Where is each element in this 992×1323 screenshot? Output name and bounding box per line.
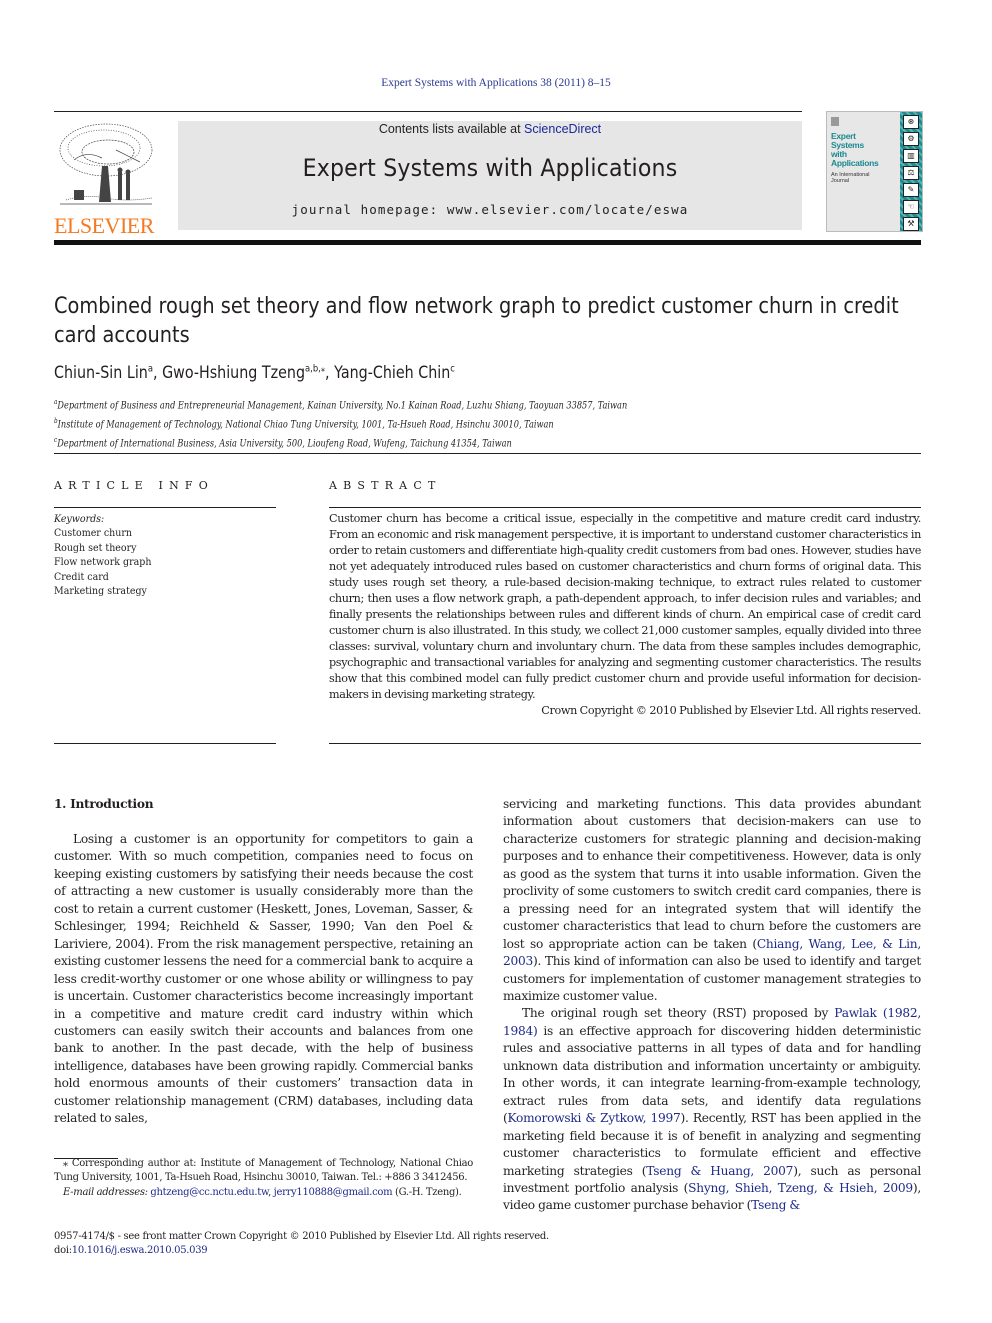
citation-link[interactable]: Tseng & Huang, 2007 xyxy=(646,1164,793,1178)
sciencedirect-link[interactable]: ScienceDirect xyxy=(524,122,601,136)
paragraph-text: The original rough set theory (RST) prop… xyxy=(522,1006,835,1021)
affiliation: cDepartment of International Business, A… xyxy=(54,433,627,452)
bar-chart-icon: ▥ xyxy=(903,149,919,163)
keyword[interactable]: Marketing strategy xyxy=(54,584,151,598)
corresponding-author-note: ⁎ Corresponding author at: Institute of … xyxy=(54,1158,473,1184)
hand-icon: ☜ xyxy=(903,200,919,214)
journal-citation-link[interactable]: Expert Systems with Applications 38 (201… xyxy=(0,77,992,89)
author-name[interactable]: Yang-Chieh Chin xyxy=(334,363,450,383)
contents-available-line: Contents lists available at ScienceDirec… xyxy=(178,122,802,136)
cover-subtitle: An International Journal xyxy=(831,172,870,184)
elsevier-logo[interactable]: ELSEVIER xyxy=(54,120,159,238)
section-heading-introduction: 1. Introduction xyxy=(54,797,154,811)
abstract-text: Customer churn has become a critical iss… xyxy=(329,512,921,701)
body-column-right: servicing and marketing functions. This … xyxy=(503,796,921,1215)
cover-elsevier-mini-logo-icon xyxy=(831,117,839,126)
article-info-heading: ARTICLE INFO xyxy=(54,479,214,492)
keywords-block: Keywords: Customer churn Rough set theor… xyxy=(54,512,151,598)
author-affiliation-sup[interactable]: c xyxy=(450,363,455,374)
gear-icon: ⚙ xyxy=(903,132,919,146)
keyword[interactable]: Rough set theory xyxy=(54,541,151,555)
keyword[interactable]: Flow network graph xyxy=(54,555,151,569)
abstract-heading: ABSTRACT xyxy=(329,479,442,492)
cover-subtitle-line: Journal xyxy=(831,178,850,184)
header-thick-rule xyxy=(54,240,921,245)
doi-label: doi: xyxy=(54,1245,72,1257)
affiliation-text: Department of Business and Entrepreneuri… xyxy=(57,400,628,412)
doi-line: doi:10.1016/j.eswa.2010.05.039 xyxy=(54,1244,549,1258)
affiliation: aDepartment of Business and Entrepreneur… xyxy=(54,395,627,414)
email-link[interactable]: ghtzeng@cc.nctu.edu.tw xyxy=(150,1187,268,1198)
author-name[interactable]: Gwo-Hshiung Tzeng xyxy=(162,363,305,383)
doi-link[interactable]: 10.1016/j.eswa.2010.05.039 xyxy=(72,1245,208,1256)
abstract-copyright: Crown Copyright © 2010 Published by Else… xyxy=(541,704,921,717)
elsevier-wordmark: ELSEVIER xyxy=(54,213,154,238)
issn-line: 0957-4174/$ - see front matter Crown Cop… xyxy=(54,1231,549,1242)
abstract-rule xyxy=(329,507,921,508)
journal-title: Expert Systems with Applications xyxy=(302,154,678,182)
homepage-prefix: journal homepage: xyxy=(291,202,447,217)
keyword[interactable]: Credit card xyxy=(54,570,151,584)
journal-homepage-line: journal homepage: www.elsevier.com/locat… xyxy=(178,202,802,217)
paragraph: Losing a customer is an opportunity for … xyxy=(54,832,473,1126)
journal-homepage-link[interactable]: www.elsevier.com/locate/eswa xyxy=(447,202,689,217)
citation-link[interactable]: Shyng, Shieh, Tzeng, & Hsieh, 2009 xyxy=(688,1181,913,1195)
paragraph-text: servicing and marketing functions. This … xyxy=(503,797,921,951)
author-affiliation-sup[interactable]: a xyxy=(148,363,153,374)
keyword[interactable]: Customer churn xyxy=(54,526,151,540)
email-note: E-mail addresses: ghtzeng@cc.nctu.edu.tw… xyxy=(54,1186,473,1200)
abstract-bottom-rule xyxy=(329,743,921,744)
affiliation-text: Institute of Management of Technology, N… xyxy=(57,419,554,431)
keywords-label: Keywords: xyxy=(54,513,105,525)
affiliation-text: Department of International Business, As… xyxy=(57,438,512,450)
microscope-icon: ✎ xyxy=(903,183,919,197)
article-info-bottom-rule xyxy=(54,743,276,744)
cover-icon-strip: ⊛ ⚙ ▥ ⚖ ✎ ☜ ⚒ ☤ xyxy=(900,112,922,231)
contents-prefix: Contents lists available at xyxy=(378,122,525,136)
cover-title-line: Applications xyxy=(831,158,879,168)
paragraph: servicing and marketing functions. This … xyxy=(503,796,921,1005)
citation-link[interactable]: Komorowski & Zytkow, 1997 xyxy=(508,1111,681,1125)
elsevier-tree-icon xyxy=(59,123,153,205)
affiliation: bInstitute of Management of Technology, … xyxy=(54,414,627,433)
paragraph-text: is an effective approach for discovering… xyxy=(503,1023,921,1126)
article-info-rule xyxy=(54,507,276,508)
scales-icon: ⚖ xyxy=(903,166,919,180)
steering-wheel-icon: ⊛ xyxy=(903,115,919,129)
paragraph-text: ). This kind of information can also be … xyxy=(503,954,921,1003)
journal-banner: Contents lists available at ScienceDirec… xyxy=(178,121,802,230)
title-block-rule xyxy=(54,453,921,454)
author-affiliation-sup[interactable]: a,b,⁎ xyxy=(305,363,325,374)
cover-title: Expert Systems with Applications xyxy=(831,132,879,168)
author-list: Chiun-Sin Lina, Gwo-Hshiung Tzenga,b,⁎, … xyxy=(54,363,455,383)
email-link[interactable]: jerry110888@gmail.com xyxy=(274,1187,393,1198)
front-matter: 0957-4174/$ - see front matter Crown Cop… xyxy=(54,1230,549,1259)
email-suffix: (G.-H. Tzeng). xyxy=(392,1186,462,1198)
article-title: Combined rough set theory and flow netwo… xyxy=(54,293,899,348)
paragraph: The original rough set theory (RST) prop… xyxy=(503,1005,921,1214)
tools-icon: ⚒ xyxy=(903,217,919,231)
journal-cover-thumbnail[interactable]: Expert Systems with Applications An Inte… xyxy=(826,111,923,232)
email-label: E-mail addresses: xyxy=(63,1186,148,1198)
footnote: ⁎ Corresponding author at: Institute of … xyxy=(54,1157,473,1200)
header-rule xyxy=(54,111,802,112)
affiliation-list: aDepartment of Business and Entrepreneur… xyxy=(54,395,627,452)
body-column-left: Losing a customer is an opportunity for … xyxy=(54,831,473,1128)
citation-link[interactable]: Tseng & xyxy=(751,1198,800,1212)
abstract: Customer churn has become a critical iss… xyxy=(329,511,921,719)
author-name[interactable]: Chiun-Sin Lin xyxy=(54,363,148,383)
